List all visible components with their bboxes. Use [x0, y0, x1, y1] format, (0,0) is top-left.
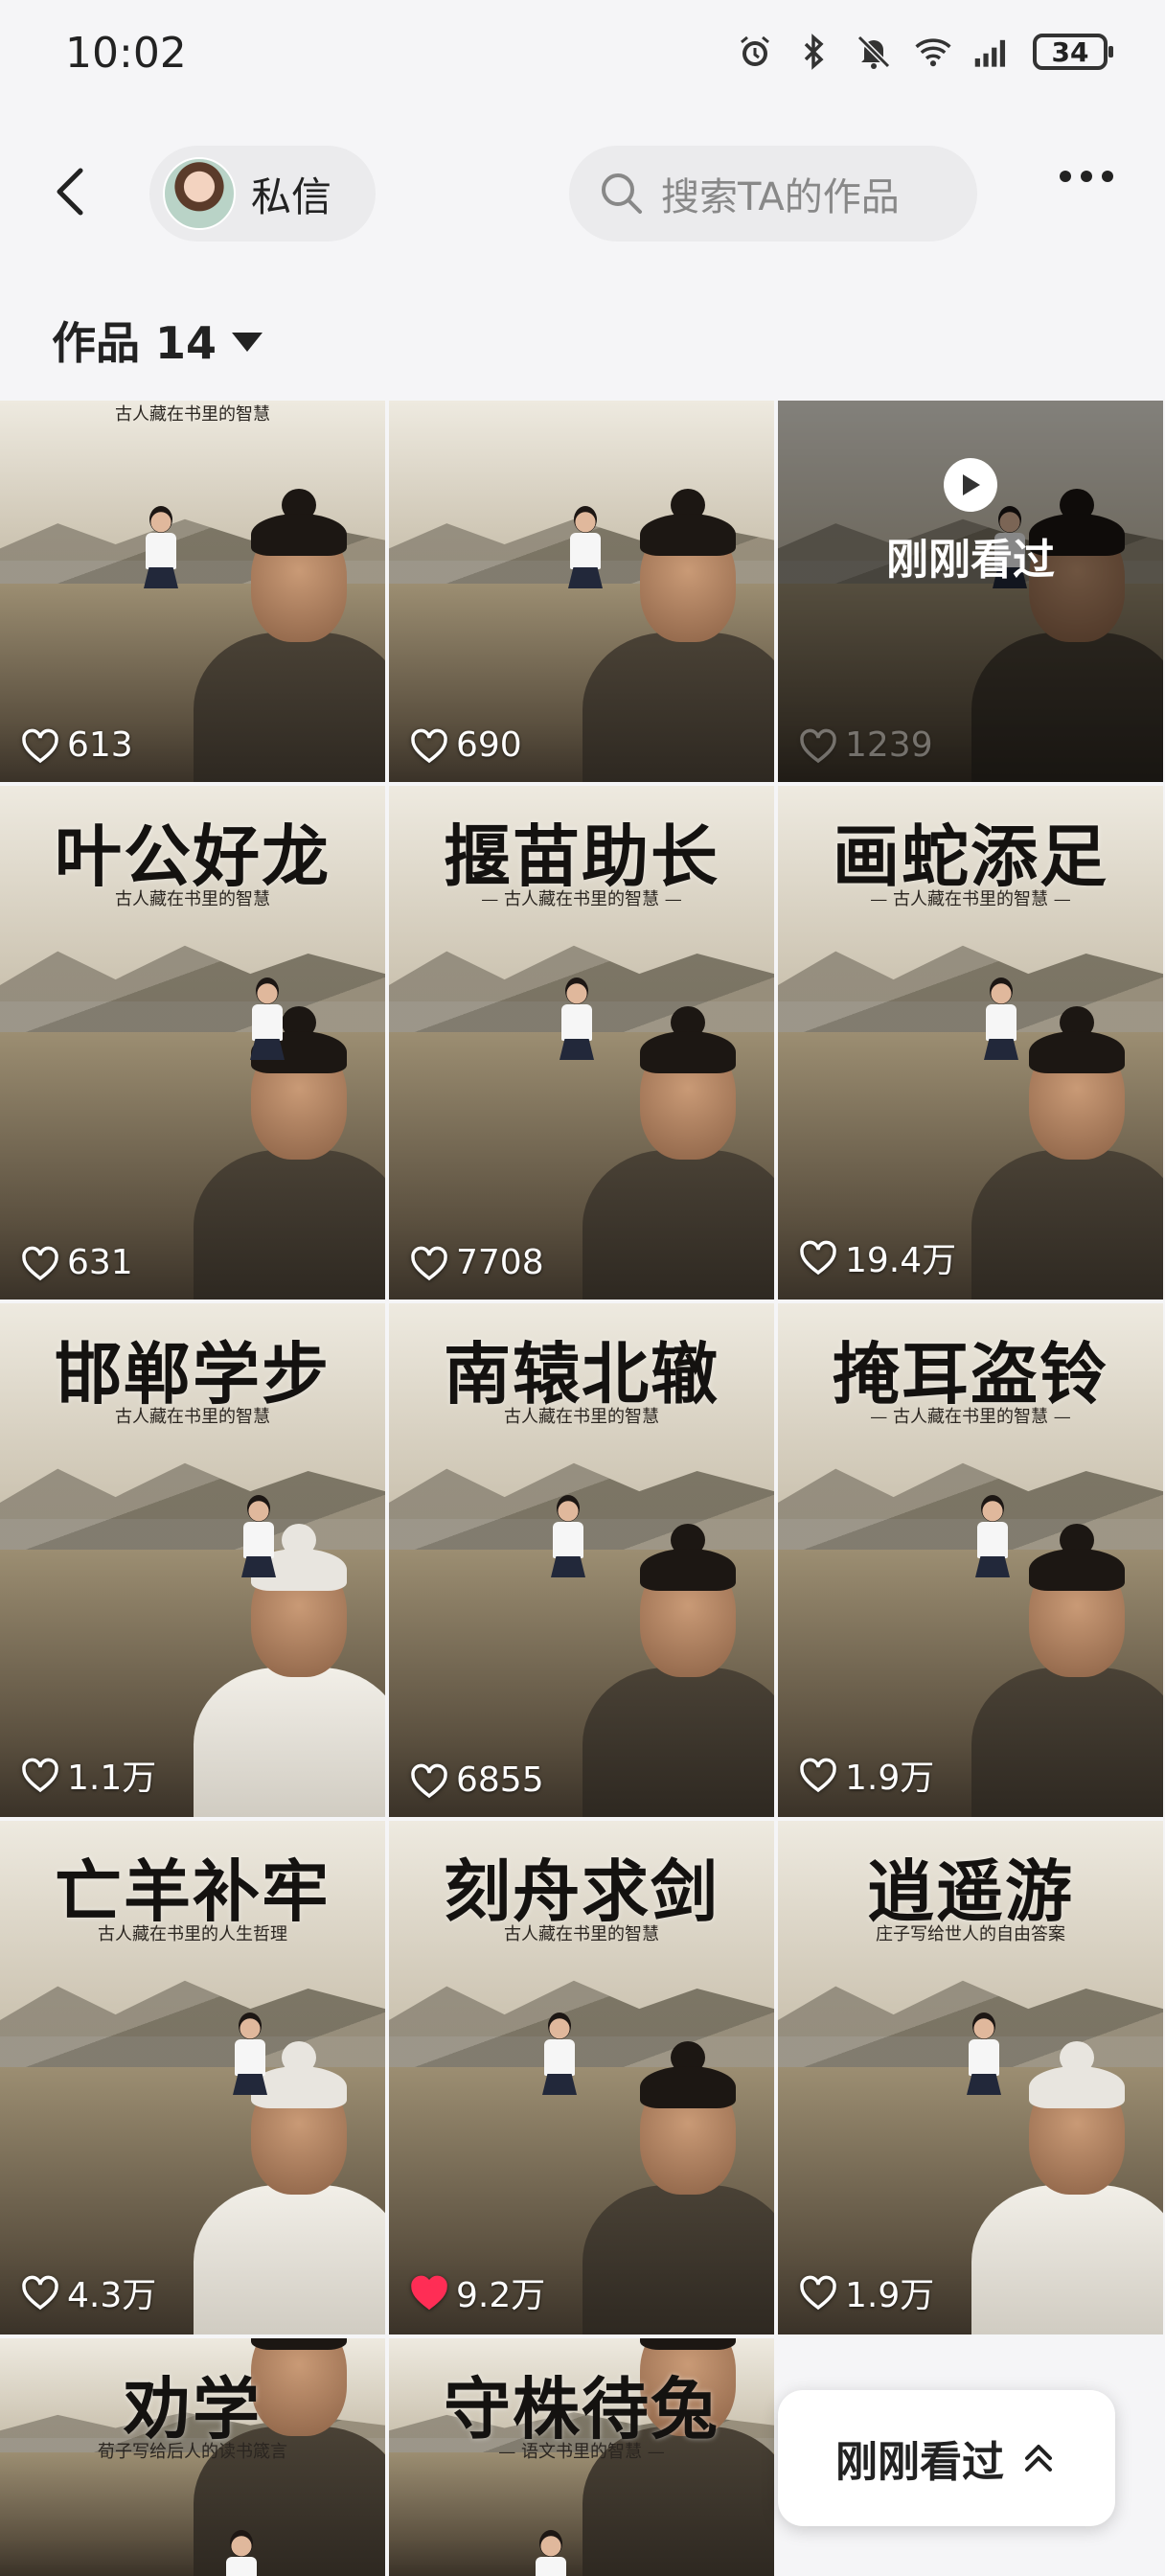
video-subtitle: 庄子写给世人的自由答案: [876, 1924, 1065, 1944]
like-count: 690: [410, 725, 522, 765]
search-placeholder: 搜索TA的作品: [661, 175, 900, 219]
video-subtitle: 古人藏在书里的智慧: [115, 889, 270, 909]
heart-icon: [411, 1246, 447, 1280]
video-tile[interactable]: 亡羊补牢 古人藏在书里的人生哲理 4.3万: [0, 1821, 385, 2334]
video-subtitle: 古人藏在书里的人生哲理: [98, 1924, 287, 1944]
signal-icon: [973, 33, 1012, 71]
video-tile[interactable]: 刻舟求剑 古人藏在书里的智慧 9.2万: [389, 1821, 774, 2334]
like-count: 613: [21, 725, 133, 765]
heart-icon: [800, 728, 836, 763]
video-tile[interactable]: 揠苗助长 — 古人藏在书里的智慧 —7708: [389, 786, 774, 1300]
like-count-value: 1.1万: [67, 1759, 157, 1798]
alarm-icon: [736, 33, 774, 71]
caret-down-icon: [232, 333, 263, 352]
watched-overlay: 刚刚看过: [778, 458, 1163, 586]
video-subtitle: — 古人藏在书里的智慧 —: [870, 889, 1071, 909]
like-count: 6855: [410, 1760, 544, 1800]
works-filter[interactable]: 作品 14: [52, 309, 263, 372]
search-icon: [602, 173, 642, 214]
like-count-value: 4.3万: [67, 2276, 157, 2315]
like-count-value: 631: [67, 1243, 133, 1282]
status-bar: 10:02 34: [0, 0, 1165, 115]
like-count: 9.2万: [410, 2267, 545, 2317]
video-subtitle: — 古人藏在书里的智慧 —: [481, 889, 682, 909]
like-count-value: 1.9万: [845, 2276, 935, 2315]
video-tile[interactable]: 刚刚看过 1239: [778, 401, 1163, 782]
like-count: 1.9万: [799, 1750, 934, 1800]
video-tile[interactable]: 南辕北辙 古人藏在书里的智慧 6855: [389, 1303, 774, 1817]
video-tile[interactable]: 古人藏在书里的智慧 613: [0, 401, 385, 782]
like-count-value: 1239: [845, 725, 933, 765]
video-subtitle: — 古人藏在书里的智慧 —: [870, 1407, 1071, 1427]
like-count: 7708: [410, 1243, 544, 1282]
chevron-double-up-icon: [1025, 2445, 1052, 2472]
like-count-value: 19.4万: [845, 1241, 957, 1280]
search-input[interactable]: 搜索TA的作品: [569, 146, 977, 242]
like-count: 1239: [799, 725, 933, 765]
like-count: 1.9万: [799, 2267, 934, 2317]
video-tile[interactable]: 叶公好龙 古人藏在书里的智慧 631: [0, 786, 385, 1300]
video-tile[interactable]: 劝学 荀子写给后人的读书箴言: [0, 2338, 385, 2576]
like-count-value: 9.2万: [456, 2276, 546, 2315]
wifi-icon: [914, 33, 952, 71]
heart-icon: [800, 1758, 836, 1793]
heart-icon: [22, 2275, 58, 2311]
direct-message-button[interactable]: 私信: [149, 146, 376, 242]
video-subtitle: 古人藏在书里的智慧: [115, 404, 270, 425]
heart-icon: [22, 1246, 58, 1280]
like-count-value: 613: [67, 725, 133, 765]
video-subtitle: 古人藏在书里的智慧: [115, 1407, 270, 1427]
video-subtitle: — 语文书里的智慧 —: [498, 2442, 665, 2462]
video-subtitle: 古人藏在书里的智慧: [504, 1407, 659, 1427]
recently-watched-button[interactable]: 刚刚看过: [778, 2390, 1115, 2526]
video-tile[interactable]: 邯郸学步 古人藏在书里的智慧 1.1万: [0, 1303, 385, 1817]
direct-message-label: 私信: [251, 172, 332, 220]
like-count-value: 7708: [456, 1243, 544, 1282]
back-button[interactable]: [44, 163, 102, 220]
video-tile[interactable]: 掩耳盗铃 — 古人藏在书里的智慧 —1.9万: [778, 1303, 1163, 1817]
like-count: 631: [21, 1243, 133, 1282]
watched-label: 刚刚看过: [886, 536, 1055, 585]
video-tile[interactable]: 守株待兔 — 语文书里的智慧 —: [389, 2338, 774, 2576]
like-count: 1.1万: [21, 1750, 156, 1800]
heart-icon: [800, 2275, 836, 2311]
heart-icon: [800, 1240, 836, 1276]
heart-icon: [411, 1763, 447, 1798]
like-count-value: 1.9万: [845, 1759, 935, 1798]
heart-icon: [22, 1758, 58, 1793]
video-tile[interactable]: 逍遥游 庄子写给世人的自由答案 1.9万: [778, 1821, 1163, 2334]
avatar: [163, 157, 236, 230]
like-count: 4.3万: [21, 2267, 156, 2317]
status-time: 10:02: [65, 29, 187, 78]
heart-icon: [411, 728, 447, 763]
video-tile[interactable]: 画蛇添足 — 古人藏在书里的智慧 —19.4万: [778, 786, 1163, 1300]
battery-indicator: 34: [1033, 34, 1113, 70]
recently-watched-label: 刚刚看过: [835, 2438, 1004, 2487]
video-subtitle: 古人藏在书里的智慧: [504, 1924, 659, 1944]
heart-icon: [22, 728, 58, 763]
mute-icon: [855, 33, 893, 71]
works-count-label: 作品 14: [52, 317, 217, 369]
play-icon: [944, 458, 997, 512]
like-count-value: 690: [456, 725, 522, 765]
heart-icon: [411, 2275, 447, 2311]
more-icon[interactable]: [1060, 171, 1113, 182]
like-count-value: 6855: [456, 1760, 544, 1800]
top-bar: 私信 搜索TA的作品: [0, 115, 1165, 274]
bluetooth-icon: [795, 33, 834, 71]
status-icons: 34: [736, 33, 1113, 71]
video-subtitle: 荀子写给后人的读书箴言: [98, 2442, 287, 2462]
video-tile[interactable]: 690: [389, 401, 774, 782]
chevron-left-icon: [57, 168, 83, 216]
like-count: 19.4万: [799, 1232, 956, 1282]
